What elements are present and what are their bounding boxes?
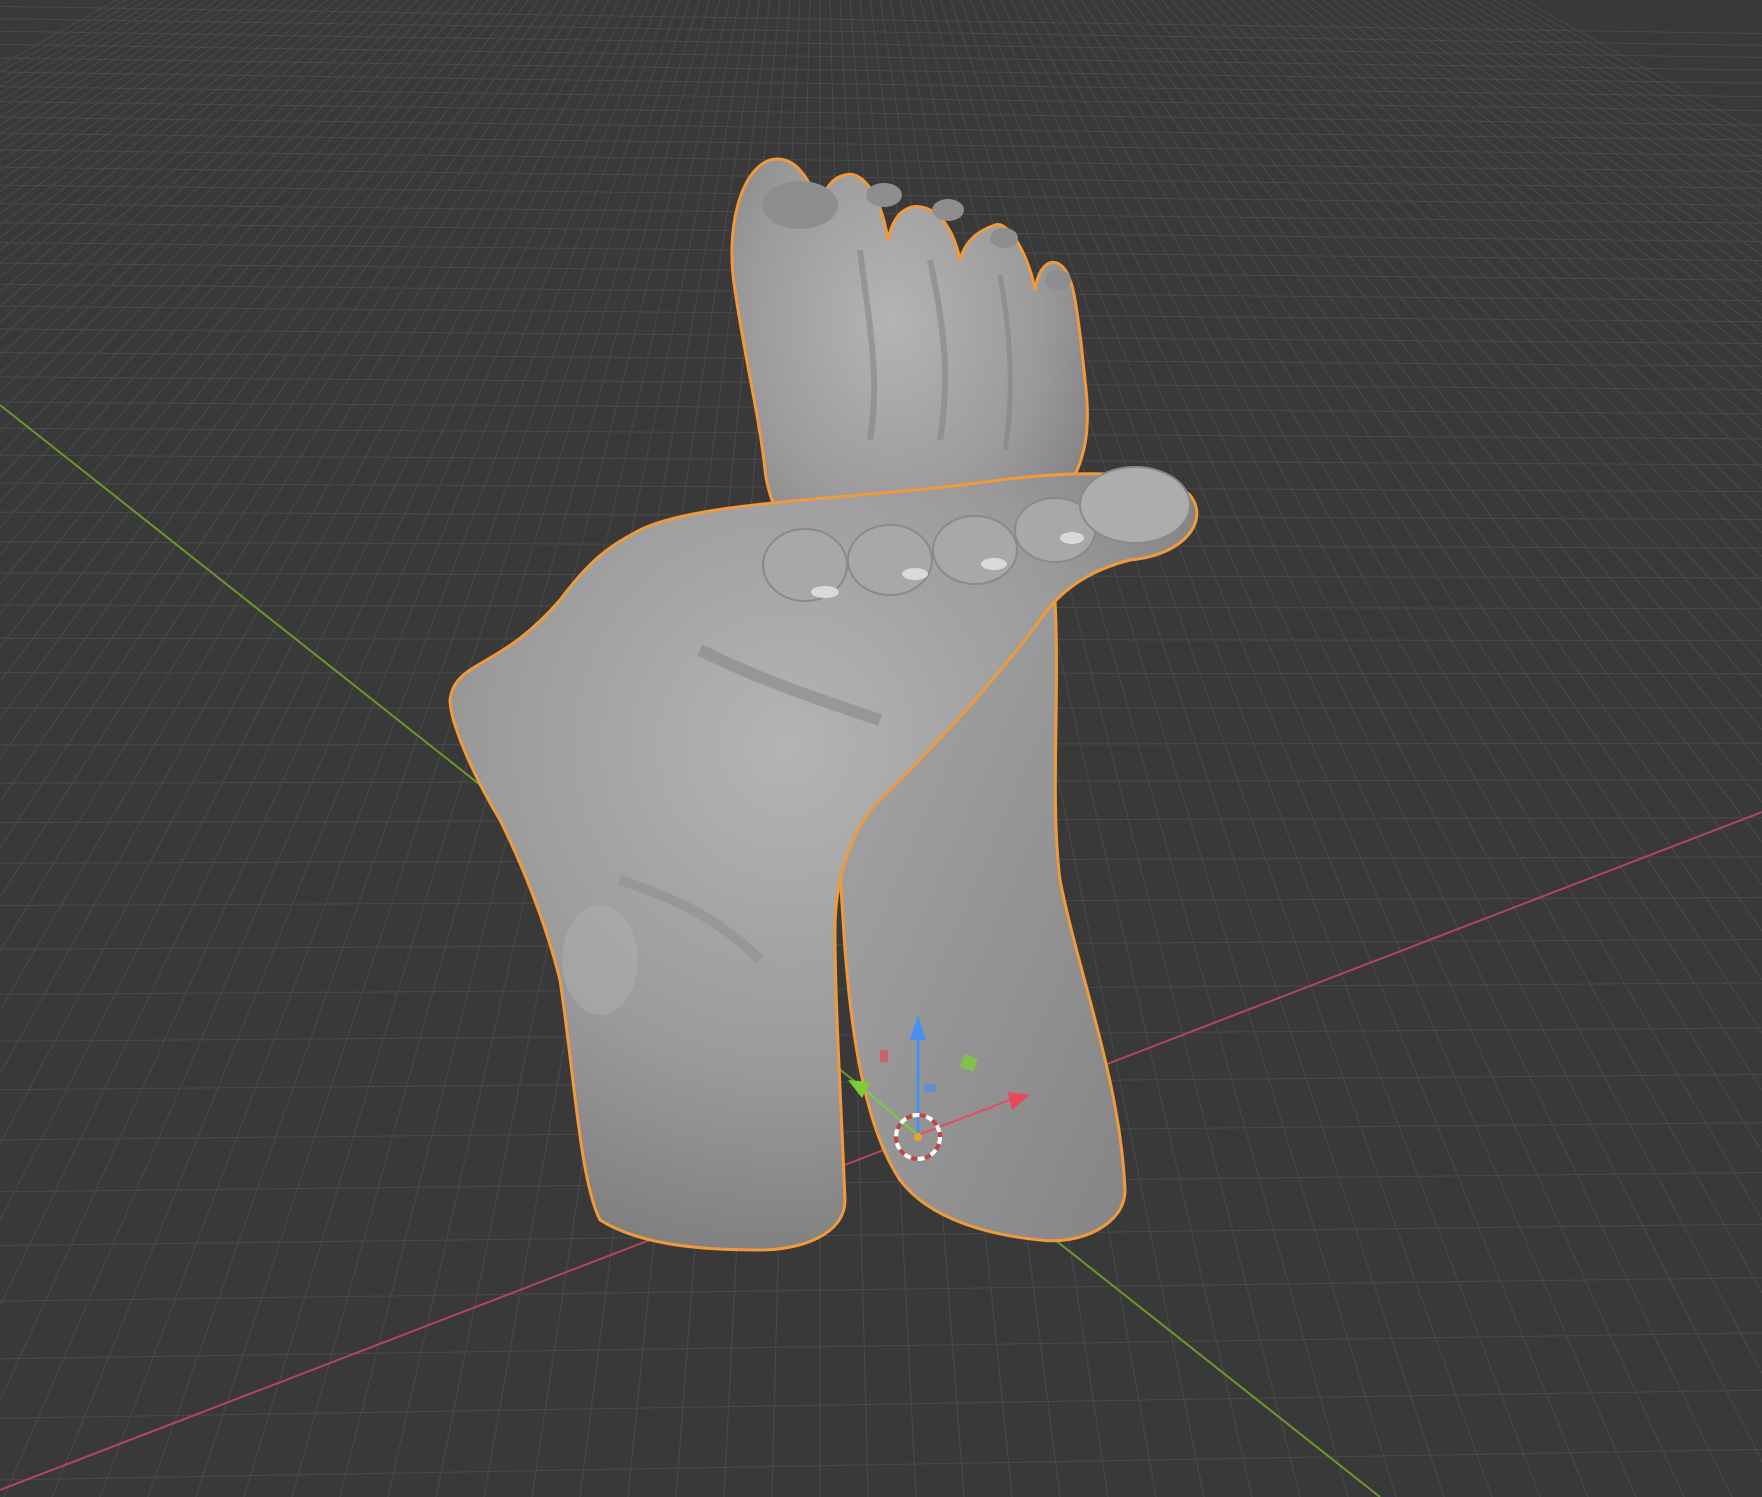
yz-plane-handle-icon: [880, 1050, 888, 1062]
3d-viewport[interactable]: [0, 0, 1762, 1497]
xy-plane-handle-icon: [924, 1084, 936, 1092]
